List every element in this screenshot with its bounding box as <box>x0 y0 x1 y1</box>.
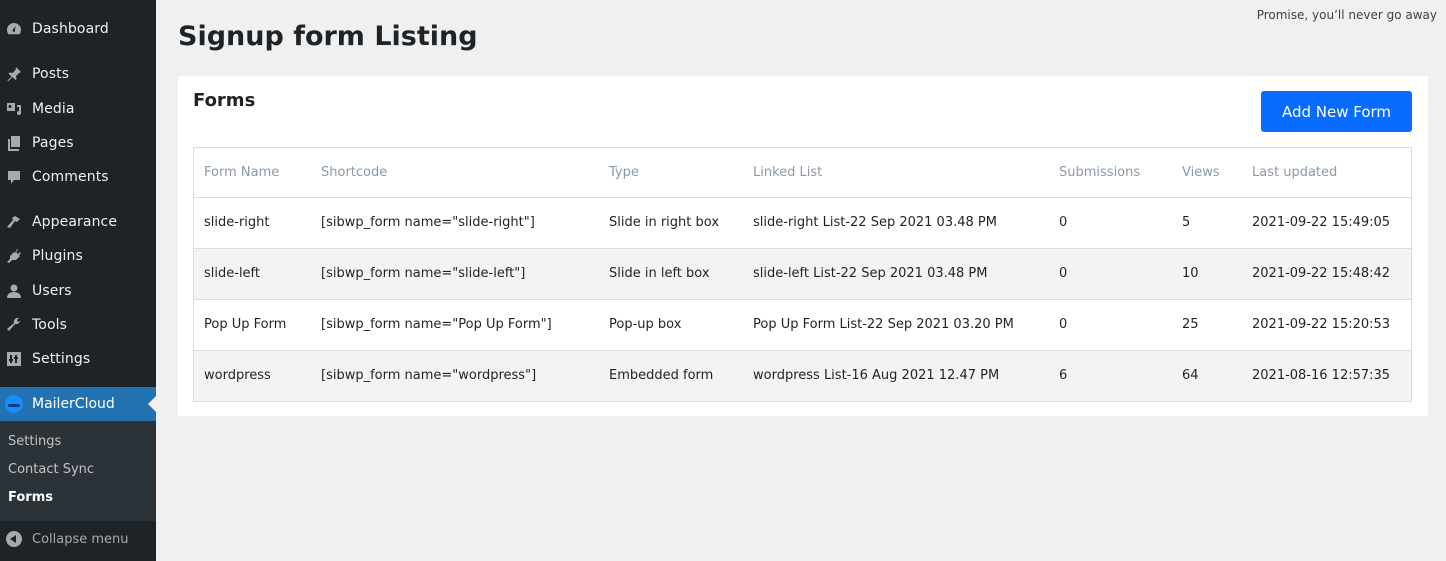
cell-last-updated: 2021-09-22 15:20:53 <box>1242 298 1411 350</box>
sidebar-item-dashboard[interactable]: Dashboard <box>0 12 156 46</box>
submenu-item-settings[interactable]: Settings <box>8 434 61 449</box>
mailercloud-logo-icon <box>5 395 23 413</box>
cell-form-name[interactable]: wordpress <box>194 349 311 401</box>
cell-last-updated: 2021-09-22 15:49:05 <box>1242 196 1411 248</box>
sidebar-item-label: MailerCloud <box>32 396 115 412</box>
cell-type: Embedded form <box>599 349 743 401</box>
cell-submissions: 0 <box>1049 196 1172 248</box>
sidebar-item-label: Comments <box>32 169 109 185</box>
column-header-form-name: Form Name <box>204 164 280 180</box>
sidebar-item-mailercloud[interactable]: MailerCloud <box>0 387 156 421</box>
column-header-shortcode: Shortcode <box>321 164 388 180</box>
cell-shortcode: [sibwp_form name="slide-right"] <box>311 196 599 248</box>
cell-views: 10 <box>1172 247 1242 299</box>
pin-icon <box>6 66 22 82</box>
cell-shortcode: [sibwp_form name="Pop Up Form"] <box>311 298 599 350</box>
add-new-form-button[interactable]: Add New Form <box>1261 91 1412 132</box>
cell-last-updated: 2021-09-22 15:48:42 <box>1242 247 1411 299</box>
sidebar-item-label: Posts <box>32 66 70 82</box>
sidebar-item-label: Settings <box>32 351 91 367</box>
cell-type: Slide in right box <box>599 196 743 248</box>
cell-views: 64 <box>1172 349 1242 401</box>
cell-form-name[interactable]: Pop Up Form <box>194 298 311 350</box>
media-icon <box>6 101 22 117</box>
dashboard-icon <box>6 21 22 37</box>
sidebar-item-appearance[interactable]: Appearance <box>0 205 156 239</box>
brush-icon <box>6 214 22 230</box>
sidebar-item-tools[interactable]: Tools <box>0 308 156 342</box>
sidebar-item-label: Media <box>32 101 75 117</box>
pages-icon <box>6 135 22 151</box>
cell-submissions: 6 <box>1049 349 1172 401</box>
sidebar-item-label: Users <box>32 283 72 299</box>
table-row[interactable]: slide-right [sibwp_form name="slide-righ… <box>194 196 1411 248</box>
mailercloud-submenu: Settings Contact Sync Forms <box>0 421 156 521</box>
comment-icon <box>6 169 22 185</box>
card-title: Forms <box>193 90 256 111</box>
cell-shortcode: [sibwp_form name="slide-left"] <box>311 247 599 299</box>
sidebar-item-settings[interactable]: Settings <box>0 342 156 376</box>
forms-card: Forms Add New Form Form Name Shortcode T… <box>178 76 1428 416</box>
table-row[interactable]: slide-left [sibwp_form name="slide-left"… <box>194 247 1411 299</box>
sidebar-item-posts[interactable]: Posts <box>0 57 156 91</box>
sliders-icon <box>6 351 22 367</box>
submenu-item-forms[interactable]: Forms <box>8 490 53 505</box>
plugin-icon <box>6 248 22 264</box>
page-title: Signup form Listing <box>178 21 478 52</box>
cell-form-name[interactable]: slide-left <box>194 247 311 299</box>
cell-form-name[interactable]: slide-right <box>194 196 311 248</box>
sidebar-item-users[interactable]: Users <box>0 274 156 308</box>
cell-linked-list: slide-right List-22 Sep 2021 03.48 PM <box>743 196 1049 248</box>
wrench-icon <box>6 317 22 333</box>
sidebar-item-label: Appearance <box>32 214 118 230</box>
cell-type: Slide in left box <box>599 247 743 299</box>
column-header-submissions: Submissions <box>1059 164 1141 180</box>
cell-submissions: 0 <box>1049 247 1172 299</box>
admin-sidebar: Dashboard Posts Media Pages Comments App… <box>0 0 156 561</box>
sidebar-item-label: Tools <box>32 317 67 333</box>
cell-submissions: 0 <box>1049 298 1172 350</box>
cell-linked-list: slide-left List-22 Sep 2021 03.48 PM <box>743 247 1049 299</box>
sidebar-item-label: Dashboard <box>32 21 109 37</box>
column-header-last-updated: Last updated <box>1252 164 1338 180</box>
active-indicator-arrow <box>148 396 156 412</box>
cell-views: 5 <box>1172 196 1242 248</box>
sidebar-item-pages[interactable]: Pages <box>0 126 156 160</box>
sidebar-item-label: Plugins <box>32 248 83 264</box>
sidebar-item-comments[interactable]: Comments <box>0 160 156 194</box>
cell-shortcode: [sibwp_form name="wordpress"] <box>311 349 599 401</box>
cell-linked-list: Pop Up Form List-22 Sep 2021 03.20 PM <box>743 298 1049 350</box>
cell-type: Pop-up box <box>599 298 743 350</box>
table-header-row: Form Name Shortcode Type Linked List Sub… <box>194 148 1411 197</box>
column-header-type: Type <box>609 164 639 180</box>
header-tagline: Promise, you’ll never go away <box>1256 8 1437 22</box>
column-header-views: Views <box>1182 164 1220 180</box>
cell-views: 25 <box>1172 298 1242 350</box>
forms-table: Form Name Shortcode Type Linked List Sub… <box>193 147 1412 402</box>
collapse-menu-label: Collapse menu <box>32 531 129 547</box>
submenu-item-contact-sync[interactable]: Contact Sync <box>8 462 94 477</box>
table-row[interactable]: Pop Up Form [sibwp_form name="Pop Up For… <box>194 298 1411 350</box>
user-icon <box>6 283 22 299</box>
sidebar-item-plugins[interactable]: Plugins <box>0 239 156 273</box>
sidebar-item-label: Pages <box>32 135 74 151</box>
cell-last-updated: 2021-08-16 12:57:35 <box>1242 349 1411 401</box>
collapse-arrow-icon <box>6 531 22 547</box>
table-row[interactable]: wordpress [sibwp_form name="wordpress"] … <box>194 349 1411 401</box>
sidebar-item-media[interactable]: Media <box>0 92 156 126</box>
column-header-linked-list: Linked List <box>753 164 823 180</box>
cell-linked-list: wordpress List-16 Aug 2021 12.47 PM <box>743 349 1049 401</box>
collapse-menu-button[interactable]: Collapse menu <box>0 521 156 557</box>
